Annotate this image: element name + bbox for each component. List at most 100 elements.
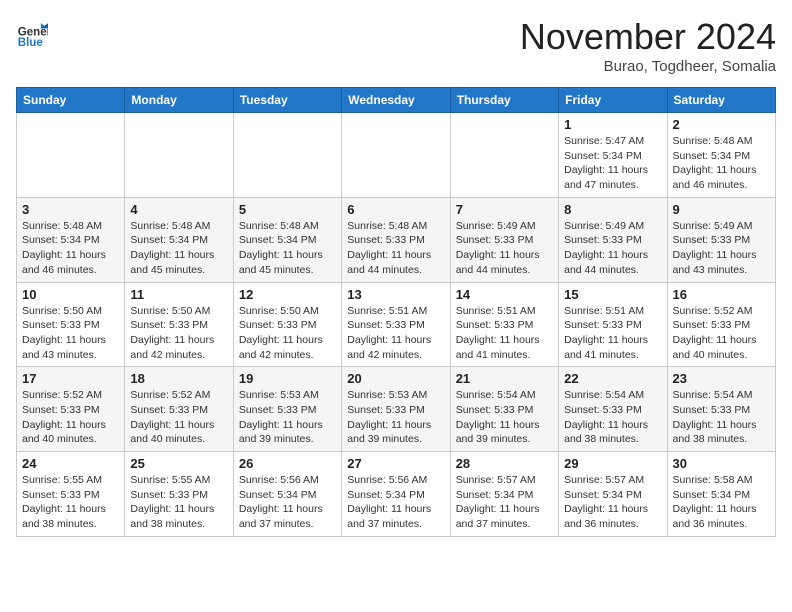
calendar-cell: 21 Sunrise: 5:54 AM Sunset: 5:33 PM Dayli… (450, 367, 558, 452)
day-info: Sunrise: 5:50 AM Sunset: 5:33 PM Dayligh… (239, 304, 336, 363)
calendar-cell: 10 Sunrise: 5:50 AM Sunset: 5:33 PM Dayli… (17, 282, 125, 367)
day-info: Sunrise: 5:48 AM Sunset: 5:34 PM Dayligh… (22, 219, 119, 278)
weekday-header-monday: Monday (125, 88, 233, 113)
logo-icon: General Blue (16, 16, 48, 48)
day-number: 17 (22, 371, 119, 386)
weekday-header-saturday: Saturday (667, 88, 775, 113)
day-info: Sunrise: 5:51 AM Sunset: 5:33 PM Dayligh… (564, 304, 661, 363)
svg-text:Blue: Blue (18, 37, 44, 48)
calendar-cell (17, 113, 125, 198)
day-number: 9 (673, 202, 770, 217)
day-number: 21 (456, 371, 553, 386)
calendar-cell: 13 Sunrise: 5:51 AM Sunset: 5:33 PM Dayli… (342, 282, 450, 367)
weekday-header-tuesday: Tuesday (233, 88, 341, 113)
day-number: 8 (564, 202, 661, 217)
day-number: 3 (22, 202, 119, 217)
day-info: Sunrise: 5:52 AM Sunset: 5:33 PM Dayligh… (130, 388, 227, 447)
day-info: Sunrise: 5:54 AM Sunset: 5:33 PM Dayligh… (673, 388, 770, 447)
calendar-cell: 19 Sunrise: 5:53 AM Sunset: 5:33 PM Dayli… (233, 367, 341, 452)
calendar-cell: 5 Sunrise: 5:48 AM Sunset: 5:34 PM Daylig… (233, 197, 341, 282)
calendar-week-1: 1Sunrise: 5:47 AM Sunset: 5:34 PM Daylig… (17, 113, 776, 198)
day-info: Sunrise: 5:57 AM Sunset: 5:34 PM Dayligh… (564, 473, 661, 532)
day-info: Sunrise: 5:56 AM Sunset: 5:34 PM Dayligh… (347, 473, 444, 532)
day-info: Sunrise: 5:55 AM Sunset: 5:33 PM Dayligh… (22, 473, 119, 532)
calendar-cell: 11 Sunrise: 5:50 AM Sunset: 5:33 PM Dayli… (125, 282, 233, 367)
day-info: Sunrise: 5:48 AM Sunset: 5:34 PM Dayligh… (130, 219, 227, 278)
day-info: Sunrise: 5:56 AM Sunset: 5:34 PM Dayligh… (239, 473, 336, 532)
day-number: 23 (673, 371, 770, 386)
calendar-cell: 16 Sunrise: 5:52 AM Sunset: 5:33 PM Dayli… (667, 282, 775, 367)
calendar-title: November 2024 (520, 16, 776, 58)
day-number: 16 (673, 287, 770, 302)
day-info: Sunrise: 5:50 AM Sunset: 5:33 PM Dayligh… (130, 304, 227, 363)
day-info: Sunrise: 5:48 AM Sunset: 5:34 PM Dayligh… (239, 219, 336, 278)
calendar-cell: 6 Sunrise: 5:48 AM Sunset: 5:33 PM Daylig… (342, 197, 450, 282)
day-info: Sunrise: 5:53 AM Sunset: 5:33 PM Dayligh… (347, 388, 444, 447)
day-number: 13 (347, 287, 444, 302)
calendar-cell: 28 Sunrise: 5:57 AM Sunset: 5:34 PM Dayli… (450, 452, 558, 537)
day-number: 29 (564, 456, 661, 471)
calendar-cell: 23 Sunrise: 5:54 AM Sunset: 5:33 PM Dayli… (667, 367, 775, 452)
logo: General Blue (16, 16, 48, 48)
day-number: 25 (130, 456, 227, 471)
day-info: Sunrise: 5:51 AM Sunset: 5:33 PM Dayligh… (347, 304, 444, 363)
day-info: Sunrise: 5:57 AM Sunset: 5:34 PM Dayligh… (456, 473, 553, 532)
calendar-cell: 14 Sunrise: 5:51 AM Sunset: 5:33 PM Dayli… (450, 282, 558, 367)
calendar-week-3: 10 Sunrise: 5:50 AM Sunset: 5:33 PM Dayli… (17, 282, 776, 367)
calendar-cell: 8Sunrise: 5:49 AM Sunset: 5:33 PM Daylig… (559, 197, 667, 282)
calendar-cell: 3 Sunrise: 5:48 AM Sunset: 5:34 PM Daylig… (17, 197, 125, 282)
calendar-cell (125, 113, 233, 198)
day-number: 27 (347, 456, 444, 471)
day-number: 5 (239, 202, 336, 217)
day-number: 22 (564, 371, 661, 386)
calendar-cell: 26 Sunrise: 5:56 AM Sunset: 5:34 PM Dayli… (233, 452, 341, 537)
day-number: 15 (564, 287, 661, 302)
day-number: 18 (130, 371, 227, 386)
day-number: 7 (456, 202, 553, 217)
calendar-cell: 2Sunrise: 5:48 AM Sunset: 5:34 PM Daylig… (667, 113, 775, 198)
day-info: Sunrise: 5:53 AM Sunset: 5:33 PM Dayligh… (239, 388, 336, 447)
day-info: Sunrise: 5:55 AM Sunset: 5:33 PM Dayligh… (130, 473, 227, 532)
day-number: 14 (456, 287, 553, 302)
day-info: Sunrise: 5:47 AM Sunset: 5:34 PM Dayligh… (564, 134, 661, 193)
weekday-header-sunday: Sunday (17, 88, 125, 113)
day-number: 28 (456, 456, 553, 471)
calendar-cell: 12Sunrise: 5:50 AM Sunset: 5:33 PM Dayli… (233, 282, 341, 367)
day-info: Sunrise: 5:49 AM Sunset: 5:33 PM Dayligh… (456, 219, 553, 278)
day-info: Sunrise: 5:54 AM Sunset: 5:33 PM Dayligh… (456, 388, 553, 447)
calendar-cell: 29 Sunrise: 5:57 AM Sunset: 5:34 PM Dayli… (559, 452, 667, 537)
calendar-cell: 1Sunrise: 5:47 AM Sunset: 5:34 PM Daylig… (559, 113, 667, 198)
day-info: Sunrise: 5:51 AM Sunset: 5:33 PM Dayligh… (456, 304, 553, 363)
day-info: Sunrise: 5:52 AM Sunset: 5:33 PM Dayligh… (673, 304, 770, 363)
weekday-header-wednesday: Wednesday (342, 88, 450, 113)
day-number: 26 (239, 456, 336, 471)
day-number: 4 (130, 202, 227, 217)
calendar-week-2: 3 Sunrise: 5:48 AM Sunset: 5:34 PM Daylig… (17, 197, 776, 282)
day-number: 24 (22, 456, 119, 471)
calendar-cell (342, 113, 450, 198)
calendar-cell (233, 113, 341, 198)
calendar-cell: 25 Sunrise: 5:55 AM Sunset: 5:33 PM Dayli… (125, 452, 233, 537)
page-header: General Blue November 2024 Burao, Togdhe… (16, 16, 776, 75)
day-info: Sunrise: 5:50 AM Sunset: 5:33 PM Dayligh… (22, 304, 119, 363)
day-number: 11 (130, 287, 227, 302)
calendar-table: SundayMondayTuesdayWednesdayThursdayFrid… (16, 87, 776, 537)
day-info: Sunrise: 5:52 AM Sunset: 5:33 PM Dayligh… (22, 388, 119, 447)
calendar-cell: 9Sunrise: 5:49 AM Sunset: 5:33 PM Daylig… (667, 197, 775, 282)
day-info: Sunrise: 5:48 AM Sunset: 5:34 PM Dayligh… (673, 134, 770, 193)
day-info: Sunrise: 5:54 AM Sunset: 5:33 PM Dayligh… (564, 388, 661, 447)
calendar-location: Burao, Togdheer, Somalia (520, 58, 776, 75)
day-number: 6 (347, 202, 444, 217)
day-info: Sunrise: 5:48 AM Sunset: 5:33 PM Dayligh… (347, 219, 444, 278)
day-number: 10 (22, 287, 119, 302)
weekday-header-friday: Friday (559, 88, 667, 113)
day-number: 19 (239, 371, 336, 386)
calendar-cell: 27 Sunrise: 5:56 AM Sunset: 5:34 PM Dayli… (342, 452, 450, 537)
calendar-cell: 20 Sunrise: 5:53 AM Sunset: 5:33 PM Dayli… (342, 367, 450, 452)
calendar-cell: 7 Sunrise: 5:49 AM Sunset: 5:33 PM Daylig… (450, 197, 558, 282)
calendar-cell: 30Sunrise: 5:58 AM Sunset: 5:34 PM Dayli… (667, 452, 775, 537)
calendar-cell: 24 Sunrise: 5:55 AM Sunset: 5:33 PM Dayli… (17, 452, 125, 537)
day-number: 20 (347, 371, 444, 386)
weekday-header-row: SundayMondayTuesdayWednesdayThursdayFrid… (17, 88, 776, 113)
title-block: November 2024 Burao, Togdheer, Somalia (520, 16, 776, 75)
